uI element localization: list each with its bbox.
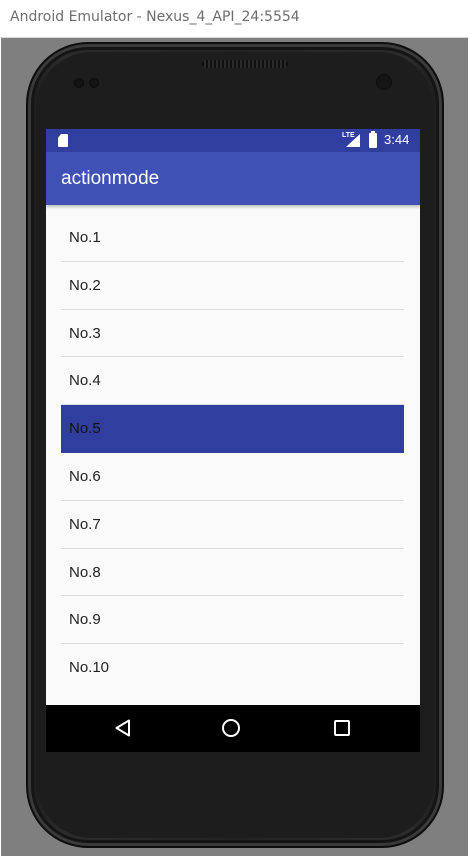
- list-item-label: No.7: [69, 515, 101, 533]
- navigation-bar: [46, 705, 420, 752]
- front-camera: [376, 74, 392, 90]
- front-sensor-right: [89, 78, 99, 88]
- list-item-label: No.4: [69, 372, 101, 390]
- recents-icon[interactable]: [334, 720, 350, 736]
- list-item-label: No.1: [69, 229, 101, 246]
- sd-card-icon: [58, 134, 68, 147]
- list-item-label: No.5: [69, 420, 101, 438]
- app-bar: actionmode: [46, 152, 420, 205]
- battery-icon: [369, 131, 377, 148]
- status-bar: LTE 3:44: [46, 129, 420, 152]
- list-item[interactable]: No.7: [61, 501, 404, 549]
- home-icon[interactable]: [222, 719, 240, 737]
- list-item[interactable]: No.4: [61, 357, 404, 406]
- network-type-label: LTE: [342, 132, 355, 139]
- list-item[interactable]: No.6: [61, 453, 404, 501]
- emulator-title-bar: Android Emulator - Nexus_4_API_24:5554: [0, 0, 469, 38]
- list-item-label: No.6: [69, 467, 101, 485]
- window-title: Android Emulator - Nexus_4_API_24:5554: [10, 9, 300, 25]
- earpiece-speaker: [202, 60, 288, 68]
- device-screen: LTE 3:44 actionmode No.1 No.2 No.3 No.4 …: [46, 129, 420, 752]
- list-item-label: No.10: [69, 659, 110, 677]
- list-item-label: No.2: [69, 276, 101, 294]
- list-item[interactable]: No.1: [61, 214, 404, 262]
- list-item-selected[interactable]: No.5: [61, 405, 404, 453]
- back-icon[interactable]: [114, 719, 132, 742]
- list-item-label: No.9: [69, 611, 101, 629]
- list-item-label: No.8: [69, 563, 101, 581]
- list-item[interactable]: No.8: [61, 549, 404, 597]
- app-title: actionmode: [61, 168, 160, 189]
- item-list: No.1 No.2 No.3 No.4 No.5 No.6 No.7 No.8 …: [61, 214, 404, 692]
- list-item[interactable]: No.10: [61, 644, 404, 692]
- list-item[interactable]: No.9: [61, 596, 404, 645]
- list-item-label: No.3: [69, 324, 101, 342]
- list-item[interactable]: No.2: [61, 262, 404, 310]
- front-sensor-left: [74, 78, 84, 88]
- status-time: 3:44: [384, 132, 410, 147]
- list-item[interactable]: No.3: [61, 310, 404, 358]
